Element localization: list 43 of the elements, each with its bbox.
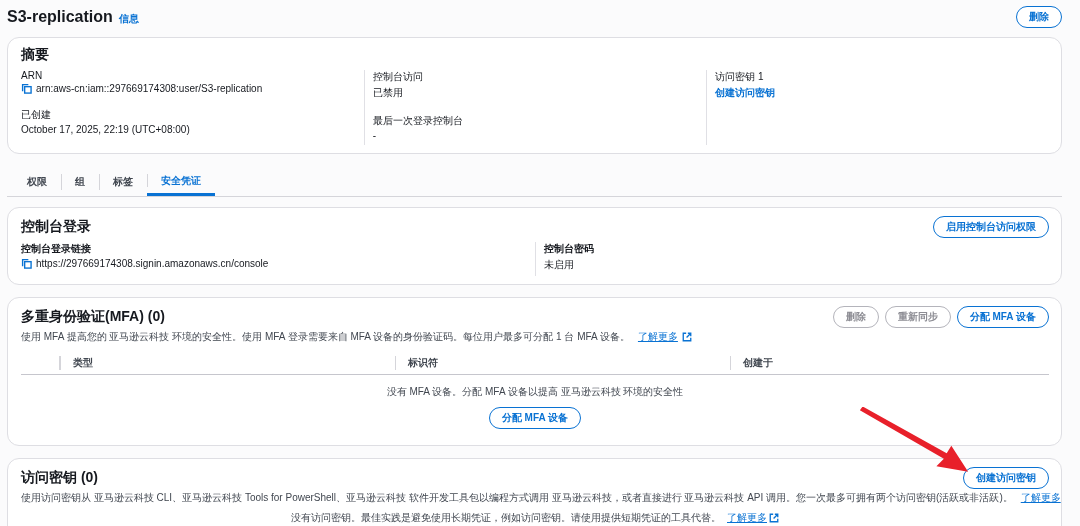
- tab[interactable]: 权限: [13, 168, 61, 196]
- page-title: S3-replication: [7, 8, 113, 26]
- field-label: 控制台登录链接: [21, 242, 92, 256]
- field-value: https://297669174308.signin.amazonaws.cn/console: [36, 258, 269, 269]
- field-value: -: [372, 130, 376, 141]
- column-header: 标识符: [408, 357, 438, 368]
- field-label: 已创建: [21, 108, 52, 122]
- description: 使用访问密钥从 亚马逊云科技 CLI、亚马逊云科技 Tools for PowerShell、亚马逊云科技 软件开发工具包以编程方式调用 亚马逊云科技，或者直接进行 亚马逊云科技 API 调用。您一次最多可拥有两个访问密钥(活跃或非活跃)。: [21, 491, 1013, 505]
- field-value: October 17, 2025, 22:19 (UTC+08:00): [21, 124, 190, 135]
- empty-message: 没有访问密钥。最佳实践是避免使用长期凭证，例如访问密钥。请使用提供短期凭证的工具代替。: [291, 511, 721, 525]
- learn-more-link[interactable]: 了解更多: [1020, 491, 1061, 505]
- tab[interactable]: 安全凭证: [147, 168, 215, 196]
- tab[interactable]: 组: [61, 168, 99, 196]
- card-title: 多重身份验证(MFA) (0): [21, 308, 165, 326]
- card-title: 摘要: [21, 46, 50, 64]
- tab[interactable]: 标签: [99, 168, 147, 196]
- column-header: 类型: [73, 357, 93, 368]
- enable-console-button[interactable]: 启用控制台访问权限: [933, 216, 1049, 238]
- delete-button[interactable]: 删除: [1016, 6, 1062, 28]
- card-title: 访问密钥 (0): [21, 469, 98, 487]
- create-access-key-button[interactable]: 创建访问密钥: [963, 467, 1049, 489]
- field-value: arn:aws-cn:iam::297669174308:user/S3-replication: [36, 83, 263, 94]
- description: 使用 MFA 提高您的 亚马逊云科技 环境的安全性。使用 MFA 登录需要来自 MFA 设备的身份验证码。每位用户最多可分配 1 台 MFA 设备。: [21, 330, 630, 344]
- card-title: 控制台登录: [21, 218, 91, 236]
- info-link[interactable]: 信息: [118, 12, 139, 26]
- assign-mfa-button[interactable]: 分配 MFA 设备: [488, 407, 582, 429]
- field-label: ARN: [21, 70, 44, 81]
- field-label: 控制台访问: [372, 70, 424, 84]
- field-label: 访问密钥 1: [715, 70, 765, 84]
- empty-message: 没有 MFA 设备。分配 MFA 设备以提高 亚马逊云科技 环境的安全性: [386, 385, 684, 399]
- copy-icon[interactable]: [21, 258, 32, 269]
- learn-more-link[interactable]: 了解更多: [727, 511, 767, 525]
- field-label: 最后一次登录控制台: [372, 114, 464, 128]
- field-value: 已禁用: [372, 86, 403, 100]
- external-link-icon: [681, 332, 692, 342]
- copy-icon[interactable]: [21, 83, 32, 94]
- learn-more-link[interactable]: 了解更多: [637, 330, 678, 344]
- external-link-icon: [769, 513, 779, 523]
- field-value: 未启用: [544, 258, 574, 272]
- create-key-link[interactable]: 创建访问密钥: [715, 86, 776, 100]
- field-label: 控制台密码: [544, 242, 595, 256]
- column-header: 创建于: [743, 357, 773, 368]
- mfa-action-button[interactable]: 分配 MFA 设备: [956, 306, 1049, 328]
